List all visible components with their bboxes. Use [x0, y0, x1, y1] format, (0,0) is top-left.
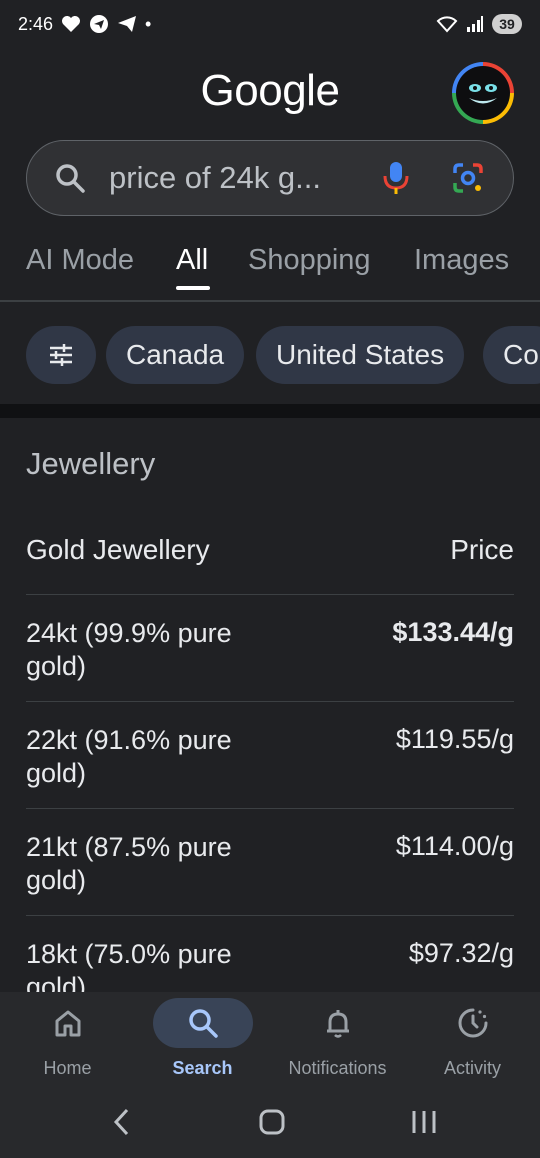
tab-ai-mode[interactable]: AI Mode [26, 244, 134, 277]
nav-search-label: Search [172, 1058, 233, 1078]
nav-notifications-label: Notifications [288, 1058, 387, 1078]
status-left: 2:46 • [18, 14, 151, 35]
system-home-button[interactable] [252, 1104, 292, 1140]
system-recents-button[interactable] [404, 1104, 444, 1140]
home-square-icon [259, 1109, 285, 1135]
tab-shopping[interactable]: Shopping [248, 244, 371, 277]
nav-home[interactable]: Home [0, 998, 135, 1088]
tab-images[interactable]: Images [414, 244, 509, 277]
header: Google [0, 48, 540, 136]
filter-settings-chip[interactable] [26, 326, 96, 384]
search-bar[interactable]: price of 24k g... [26, 140, 514, 216]
section-title: Jewellery [26, 446, 156, 481]
status-right: 39 [436, 14, 522, 34]
table-row: 22kt (91.6% pure gold) $119.55/g [26, 701, 514, 808]
tab-all[interactable]: All [176, 244, 208, 277]
mic-icon[interactable] [381, 160, 411, 196]
status-bar: 2:46 • 39 [0, 0, 540, 48]
notification-dot: • [145, 14, 152, 34]
nav-search-pill [152, 998, 253, 1048]
search-tabs: AI Mode All Shopping Images [0, 236, 540, 302]
system-navigation [0, 1088, 540, 1158]
signal-icon [467, 16, 483, 32]
row-label: 24kt (99.9% pure gold) [26, 618, 232, 681]
search-icon [188, 1009, 218, 1038]
row-label: 22kt (91.6% pure gold) [26, 725, 232, 788]
nav-notifications-pill [288, 998, 388, 1048]
search-icon [56, 164, 85, 193]
table-header: Gold Jewellery Price [26, 534, 514, 566]
section-divider [0, 404, 540, 418]
account-avatar[interactable] [452, 62, 514, 124]
heart-icon [62, 16, 81, 32]
wifi-icon [436, 16, 458, 33]
chip-united-states[interactable]: United States [256, 326, 465, 384]
nav-notifications[interactable]: Notifications [270, 998, 405, 1088]
cat-face-icon [469, 84, 497, 104]
nav-activity-label: Activity [443, 1058, 501, 1078]
table-row: 24kt (99.9% pure gold) $133.44/g [26, 594, 514, 701]
chip-partial[interactable]: Co [483, 326, 540, 384]
row-price: $119.55/g [395, 724, 514, 754]
jewellery-card: Jewellery Gold Jewellery Price 24kt (99.… [0, 418, 540, 992]
search-query[interactable]: price of 24k g... [109, 160, 381, 196]
telegram-send-icon [118, 16, 137, 32]
filter-chips: Canada United States Co [0, 302, 540, 406]
telegram-icon [90, 15, 109, 33]
tab-active-indicator [176, 286, 210, 290]
column-header-item: Gold Jewellery [26, 534, 210, 565]
table-row: 21kt (87.5% pure gold) $114.00/g [26, 808, 514, 915]
activity-icon [458, 1008, 487, 1038]
table-row: 18kt (75.0% pure gold) $97.32/g [26, 915, 514, 992]
nav-home-pill [18, 998, 118, 1048]
avatar-image [456, 66, 510, 120]
home-icon [55, 1010, 80, 1037]
status-time: 2:46 [18, 13, 54, 34]
row-price: $97.32/g [408, 938, 514, 968]
nav-home-label: Home [43, 1058, 92, 1078]
row-price: $133.44/g [392, 617, 514, 647]
tune-icon [50, 344, 72, 366]
chip-canada[interactable]: Canada [106, 326, 245, 384]
bell-icon [326, 1010, 349, 1038]
row-label: 21kt (87.5% pure gold) [26, 832, 232, 895]
recents-icon [412, 1111, 436, 1133]
bottom-navigation: Home Search Notifications Activity [0, 992, 540, 1088]
column-header-price: Price [450, 534, 514, 565]
nav-search[interactable]: Search [135, 998, 270, 1088]
row-label: 18kt (75.0% pure gold) [26, 939, 232, 992]
system-back-button[interactable] [102, 1104, 142, 1140]
back-chevron-icon [113, 1108, 129, 1136]
nav-activity[interactable]: Activity [405, 998, 540, 1088]
price-table: 24kt (99.9% pure gold) $133.44/g 22kt (9… [26, 594, 514, 992]
nav-activity-pill [423, 998, 523, 1048]
battery-indicator: 39 [492, 14, 522, 34]
row-price: $114.00/g [395, 831, 514, 861]
lens-icon[interactable] [451, 161, 485, 195]
